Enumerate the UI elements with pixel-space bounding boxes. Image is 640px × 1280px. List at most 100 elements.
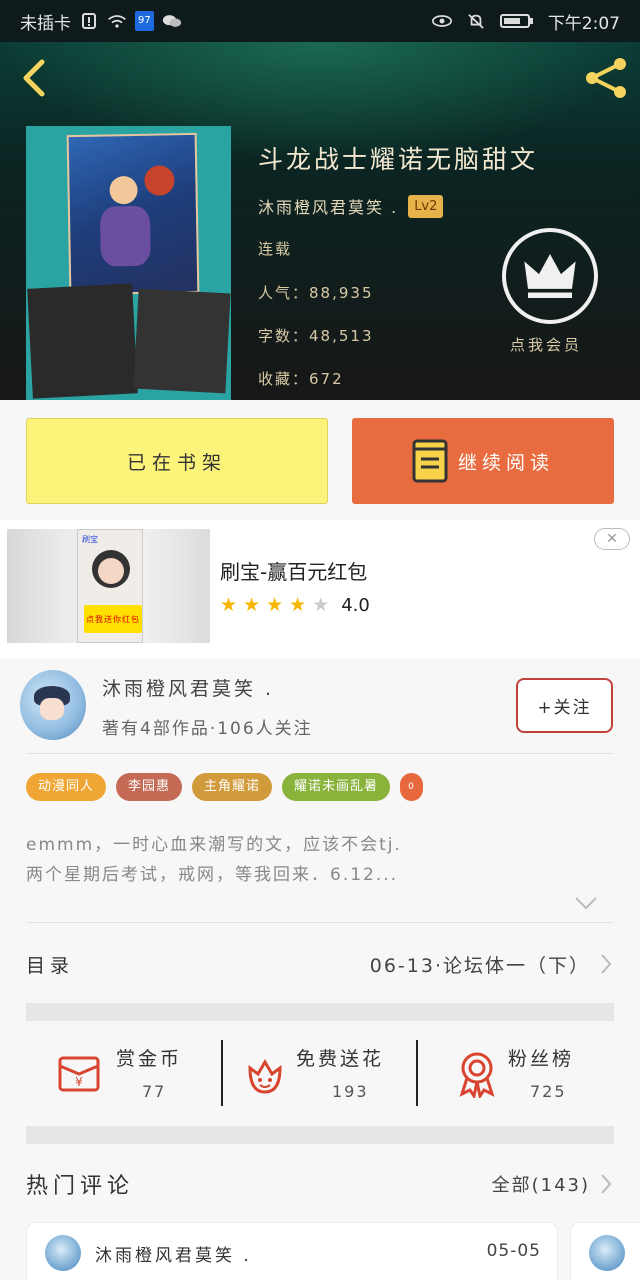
chevron-down-icon[interactable] bbox=[574, 896, 598, 910]
comment-card[interactable]: 沐雨橙风君莫笑 . 05-05 bbox=[26, 1222, 558, 1280]
cover-art bbox=[66, 132, 200, 296]
tag[interactable]: 主角耀诺 bbox=[192, 773, 273, 801]
sim-alert-icon bbox=[82, 13, 96, 29]
share-icon[interactable] bbox=[582, 56, 630, 100]
reward-label: 赏金币 bbox=[116, 1048, 183, 1070]
avatar[interactable] bbox=[45, 1235, 81, 1271]
wifi-icon bbox=[108, 15, 126, 28]
carrier-text: 未插卡 bbox=[20, 13, 71, 34]
tag[interactable]: 耀诺未画乱暑 bbox=[282, 773, 391, 801]
level-badge: Lv2 bbox=[408, 194, 444, 218]
book-header: 斗龙战士耀诺无脑甜文 沐雨橙风君莫笑 . Lv2 连载 人气：88,935 字数… bbox=[0, 42, 640, 400]
ad-rating-value: 4.0 bbox=[341, 594, 370, 616]
clock: 下午2:07 bbox=[547, 13, 620, 34]
ad-image-tag: 点我送你红包 bbox=[84, 605, 142, 633]
comment-card[interactable] bbox=[570, 1222, 640, 1280]
status-bar: 未插卡 97 下午2:07 bbox=[0, 0, 640, 42]
commenter-name: 沐雨橙风君莫笑 . bbox=[95, 1246, 252, 1266]
serial-status: 连载 bbox=[258, 240, 293, 258]
in-bookshelf-button[interactable]: 已在书架 bbox=[26, 418, 328, 504]
ad-title[interactable]: 刷宝-赢百元红包 bbox=[220, 556, 367, 585]
description-line: emmm，一时心血来潮写的文，应该不会tj. bbox=[26, 835, 402, 855]
toc-label: 目录 bbox=[26, 954, 75, 977]
hot-comments-title: 热门评论 bbox=[26, 1174, 135, 1199]
crown-icon[interactable] bbox=[502, 228, 598, 324]
ad-banner[interactable]: 刷宝 点我送你红包 刷宝-赢百元红包 ★ ★ ★ ★ ★ 4.0 ✕ bbox=[0, 520, 640, 658]
divider bbox=[26, 922, 614, 923]
tag[interactable]: 0 bbox=[400, 773, 423, 801]
continue-reading-label: 继续阅读 bbox=[457, 451, 554, 474]
eye-comfort-icon bbox=[431, 15, 452, 27]
reward-count: 77 bbox=[142, 1082, 167, 1101]
cover-figure bbox=[109, 175, 138, 205]
divider bbox=[416, 1040, 418, 1106]
section-band bbox=[26, 1003, 614, 1021]
author-section: 沐雨橙风君莫笑 . 著有4部作品·106人关注 +关注 bbox=[0, 658, 640, 754]
ad-face bbox=[98, 558, 124, 584]
rewards-row: ¥ 赏金币 77 免费送花 193 粉丝榜 725 bbox=[26, 1030, 614, 1116]
section-band bbox=[26, 1126, 614, 1144]
reward-count: 193 bbox=[332, 1082, 369, 1101]
author-works: 著有4部作品·106人关注 bbox=[102, 719, 313, 739]
star-icon: ★ bbox=[266, 594, 284, 616]
tag[interactable]: 李园惠 bbox=[116, 773, 183, 801]
medal-icon bbox=[459, 1052, 495, 1098]
book-cover[interactable] bbox=[26, 126, 231, 400]
word-count-stat: 字数：48,513 bbox=[258, 327, 374, 345]
reward-flower[interactable]: 免费送花 193 bbox=[222, 1030, 418, 1116]
ad-rating: ★ ★ ★ ★ ★ 4.0 bbox=[220, 594, 370, 616]
star-empty-icon: ★ bbox=[312, 594, 330, 616]
action-bar: 已在书架 继续阅读 bbox=[0, 400, 640, 518]
author-row: 沐雨橙风君莫笑 . Lv2 bbox=[258, 194, 444, 218]
battery-icon bbox=[499, 14, 533, 28]
avatar[interactable] bbox=[589, 1235, 625, 1271]
reward-coins[interactable]: ¥ 赏金币 77 bbox=[26, 1030, 222, 1116]
svg-text:¥: ¥ bbox=[75, 1075, 83, 1089]
reward-fans[interactable]: 粉丝榜 725 bbox=[418, 1030, 614, 1116]
latest-chapter: 06-13·论坛体一（下） bbox=[369, 954, 590, 977]
app-badge-icon: 97 bbox=[135, 11, 154, 31]
chevron-right-icon[interactable] bbox=[598, 1172, 614, 1196]
description-line: 两个星期后考试，戒网，等我回来．6.12... bbox=[26, 865, 399, 885]
hot-comments-header: 热门评论 全部(143) bbox=[26, 1158, 614, 1210]
close-icon[interactable]: ✕ bbox=[594, 528, 630, 550]
divider bbox=[26, 753, 614, 754]
reward-label: 免费送花 bbox=[296, 1048, 385, 1070]
flower-icon bbox=[248, 1059, 282, 1094]
divider bbox=[221, 1040, 223, 1106]
cover-card bbox=[133, 288, 231, 394]
back-arrow-icon[interactable] bbox=[16, 56, 56, 100]
avatar-face bbox=[40, 698, 64, 720]
cover-figure bbox=[144, 165, 175, 196]
table-of-contents-row[interactable]: 目录 06-13·论坛体一（下） bbox=[26, 936, 614, 992]
tag[interactable]: 动漫同人 bbox=[26, 773, 107, 801]
mute-icon bbox=[468, 14, 484, 29]
star-icon: ★ bbox=[220, 594, 238, 616]
red-envelope-icon: ¥ bbox=[58, 1056, 100, 1092]
book-description[interactable]: emmm，一时心血来潮写的文，应该不会tj. 两个星期后考试，戒网，等我回来．6… bbox=[26, 830, 616, 890]
author-name[interactable]: 沐雨橙风君莫笑 . bbox=[102, 674, 274, 701]
favorites-stat: 收藏：672 bbox=[258, 370, 344, 388]
cover-card bbox=[27, 283, 138, 399]
continue-reading-button[interactable]: 继续阅读 bbox=[352, 418, 614, 504]
ad-brand: 刷宝 bbox=[82, 535, 98, 544]
follow-button[interactable]: +关注 bbox=[516, 678, 613, 733]
ad-phone: 刷宝 点我送你红包 bbox=[77, 529, 143, 643]
tag-list: 动漫同人 李园惠 主角耀诺 耀诺未画乱暑 0 bbox=[26, 773, 423, 801]
book-author[interactable]: 沐雨橙风君莫笑 . bbox=[258, 194, 398, 218]
reward-label: 粉丝榜 bbox=[508, 1048, 575, 1070]
vip-label[interactable]: 点我会员 bbox=[510, 334, 582, 355]
wechat-icon bbox=[162, 15, 181, 27]
star-icon: ★ bbox=[289, 594, 307, 616]
ad-image[interactable]: 刷宝 点我送你红包 bbox=[7, 529, 210, 643]
popularity-stat: 人气：88,935 bbox=[258, 284, 374, 302]
cover-figure bbox=[99, 205, 151, 267]
star-icon: ★ bbox=[243, 594, 261, 616]
comment-date: 05-05 bbox=[486, 1241, 541, 1261]
reward-count: 725 bbox=[530, 1082, 567, 1101]
book-title: 斗龙战士耀诺无脑甜文 bbox=[258, 145, 539, 174]
avatar[interactable] bbox=[20, 670, 86, 740]
chevron-right-icon bbox=[601, 954, 612, 974]
all-comments-link[interactable]: 全部(143) bbox=[492, 1171, 590, 1197]
book-icon bbox=[412, 439, 448, 483]
